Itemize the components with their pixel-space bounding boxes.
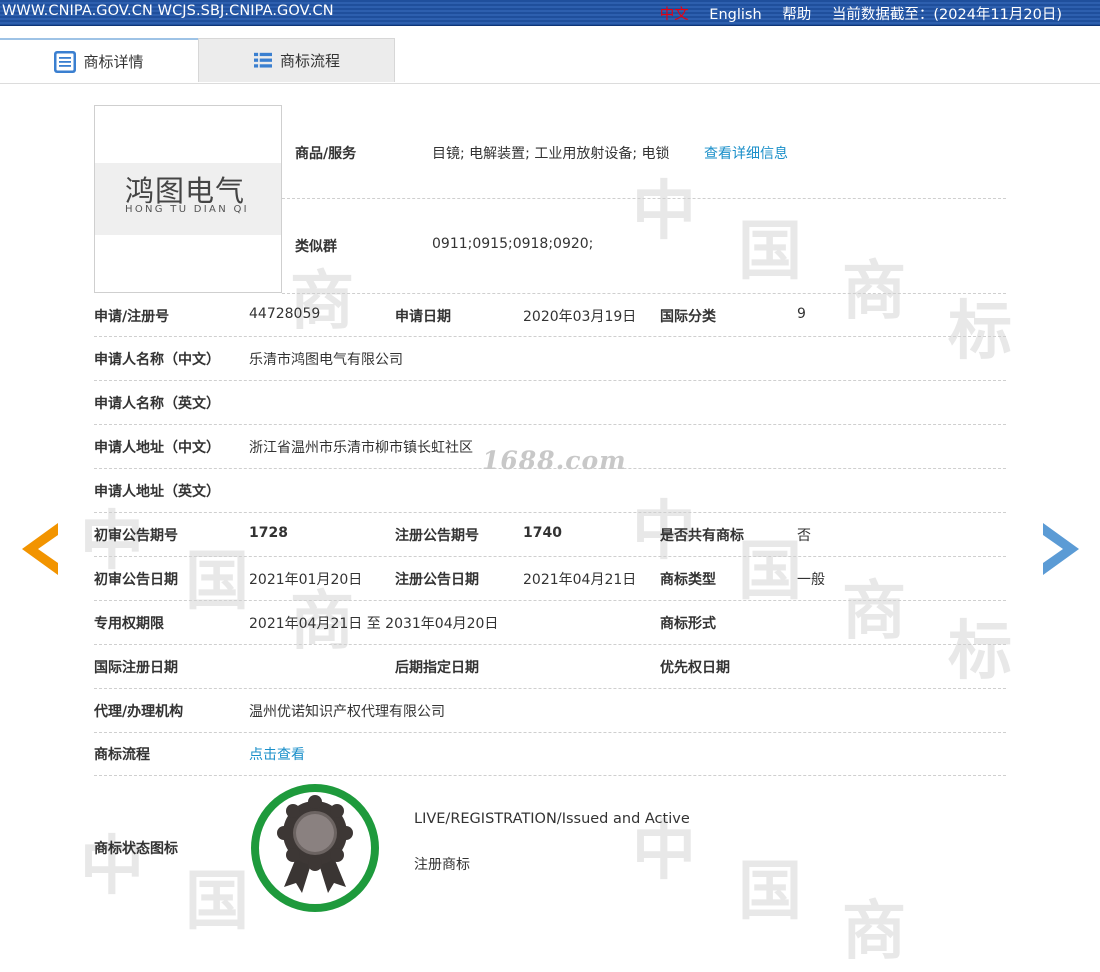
reg-pub-no-value: 1740 bbox=[523, 525, 562, 541]
applicant-cn-label: 申请人名称（中文） bbox=[94, 352, 220, 368]
tab-trademark-detail[interactable]: 商标详情 bbox=[0, 38, 198, 83]
site-url[interactable]: WWW.CNIPA.GOV.CN WCJS.SBJ.CNIPA.GOV.CN bbox=[2, 3, 334, 19]
list-detail-icon bbox=[54, 50, 77, 73]
intl-dates-row: 国际注册日期 后期指定日期 优先权日期 bbox=[94, 645, 1006, 689]
tm-form-label: 商标形式 bbox=[660, 616, 716, 632]
arrow-left-icon[interactable] bbox=[20, 521, 60, 577]
shared-value: 否 bbox=[797, 528, 811, 544]
help-link[interactable]: 帮助 bbox=[782, 7, 811, 23]
data-cutoff: 当前数据截至：(2024年11月20日) bbox=[831, 7, 1062, 23]
trademark-image: 鸿图电气 HONG TU DIAN QI bbox=[94, 105, 282, 293]
tab-strip: 商标详情 商标流程 bbox=[0, 38, 1100, 84]
top-bar: WWW.CNIPA.GOV.CN WCJS.SBJ.CNIPA.GOV.CN 中… bbox=[0, 0, 1100, 26]
lang-zh-link[interactable]: 中文 bbox=[660, 7, 689, 23]
list-flow-icon bbox=[253, 52, 272, 68]
intl-reg-date-label: 国际注册日期 bbox=[94, 660, 178, 676]
goods-label: 商品/服务 bbox=[295, 146, 357, 162]
rosette-award-icon bbox=[251, 784, 379, 912]
watermark-text: 1688.com bbox=[482, 446, 627, 475]
goods-value: 目镜; 电解装置; 工业用放射设备; 电锁 bbox=[432, 146, 670, 162]
agent-row: 代理/办理机构 温州优诺知识产权代理有限公司 bbox=[94, 689, 1006, 733]
tab-label: 商标详情 bbox=[83, 53, 144, 71]
status-row: 商标状态图标 LIVE/REGISTRATION/Issued and Acti… bbox=[94, 776, 1006, 919]
status-cn: 注册商标 bbox=[414, 857, 470, 873]
term-row: 专用权期限 2021年04月21日 至 2031年04月20日 商标形式 bbox=[94, 601, 1006, 645]
goods-row: 商品/服务 目镜; 电解装置; 工业用放射设备; 电锁 查看详细信息 bbox=[282, 105, 1006, 199]
applicant-cn-value: 乐清市鸿图电气有限公司 bbox=[249, 352, 403, 368]
similar-group-label: 类似群 bbox=[295, 239, 337, 255]
tab-trademark-flow[interactable]: 商标流程 bbox=[198, 38, 395, 82]
similar-group-row: 类似群 0911;0915;0918;0920; bbox=[282, 199, 1006, 294]
agent-value: 温州优诺知识产权代理有限公司 bbox=[249, 704, 445, 720]
reg-no-value: 44728059 bbox=[249, 306, 321, 322]
tab-label: 商标流程 bbox=[279, 52, 340, 70]
address-en-row: 申请人地址（英文） bbox=[94, 469, 1006, 513]
flow-row: 商标流程 点击查看 bbox=[94, 733, 1006, 776]
arrow-right-icon[interactable] bbox=[1041, 521, 1081, 577]
reg-pub-no-label: 注册公告期号 bbox=[395, 528, 479, 544]
lang-en-link[interactable]: English bbox=[709, 7, 761, 23]
shared-label: 是否共有商标 bbox=[660, 528, 744, 544]
term-label: 专用权期限 bbox=[94, 616, 164, 632]
flow-view-link[interactable]: 点击查看 bbox=[249, 744, 305, 764]
prelim-no-label: 初审公告期号 bbox=[94, 528, 178, 544]
status-en: LIVE/REGISTRATION/Issued and Active bbox=[414, 811, 690, 827]
reg-pub-date-label: 注册公告日期 bbox=[395, 572, 479, 588]
applicant-cn-row: 申请人名称（中文） 乐清市鸿图电气有限公司 bbox=[94, 337, 1006, 381]
reg-pub-date-value: 2021年04月21日 bbox=[523, 572, 637, 588]
intl-class-label: 国际分类 bbox=[660, 309, 716, 325]
applicant-en-label: 申请人名称（英文） bbox=[94, 396, 220, 412]
tm-type-label: 商标类型 bbox=[660, 572, 716, 588]
later-designation-label: 后期指定日期 bbox=[395, 660, 479, 676]
address-cn-value: 浙江省温州市乐清市柳市镇长虹社区 bbox=[249, 440, 473, 456]
top-links: 中文 English 帮助 当前数据截至：(2024年11月20日) bbox=[644, 3, 1062, 24]
priority-date-label: 优先权日期 bbox=[660, 660, 730, 676]
applicant-en-row: 申请人名称（英文） bbox=[94, 381, 1006, 425]
announcement-no-row: 初审公告期号 1728 注册公告期号 1740 是否共有商标 否 bbox=[94, 513, 1006, 557]
similar-group-value: 0911;0915;0918;0920; bbox=[432, 236, 594, 252]
term-value: 2021年04月21日 至 2031年04月20日 bbox=[249, 616, 499, 632]
logo-text-en: HONG TU DIAN QI bbox=[125, 204, 249, 215]
view-detail-link[interactable]: 查看详细信息 bbox=[704, 143, 788, 163]
address-en-label: 申请人地址（英文） bbox=[94, 484, 220, 500]
apply-date-label: 申请日期 bbox=[395, 309, 451, 325]
status-icon-label: 商标状态图标 bbox=[94, 841, 178, 857]
agent-label: 代理/办理机构 bbox=[94, 704, 184, 720]
reg-no-label: 申请/注册号 bbox=[94, 309, 170, 325]
announcement-date-row: 初审公告日期 2021年01月20日 注册公告日期 2021年04月21日 商标… bbox=[94, 557, 1006, 601]
prelim-date-label: 初审公告日期 bbox=[94, 572, 178, 588]
intl-class-value: 9 bbox=[797, 306, 806, 322]
prelim-date-value: 2021年01月20日 bbox=[249, 572, 363, 588]
address-cn-label: 申请人地址（中文） bbox=[94, 440, 220, 456]
reg-no-row: 申请/注册号 44728059 申请日期 2020年03月19日 国际分类 9 bbox=[94, 293, 1006, 337]
tm-type-value: 一般 bbox=[797, 572, 825, 588]
apply-date-value: 2020年03月19日 bbox=[523, 309, 637, 325]
flow-label: 商标流程 bbox=[94, 747, 150, 763]
prelim-no-value: 1728 bbox=[249, 525, 288, 541]
